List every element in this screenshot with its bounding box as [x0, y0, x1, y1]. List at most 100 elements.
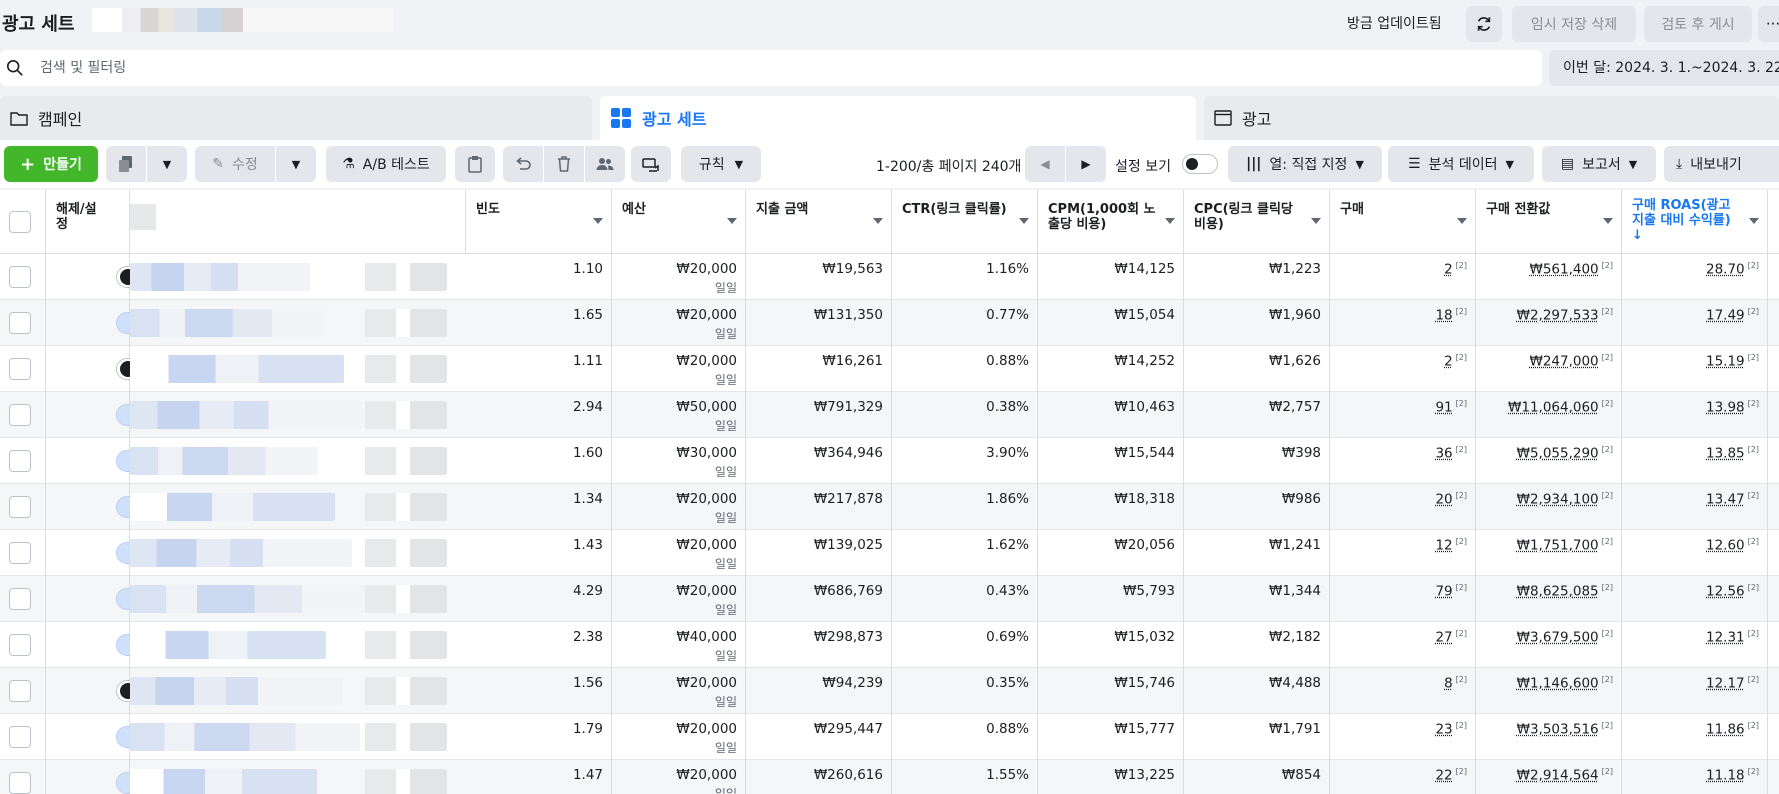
row-checkbox[interactable]	[9, 404, 31, 426]
purchases-value[interactable]: 79	[1435, 584, 1452, 600]
footnote-marker[interactable]: [2]	[1748, 445, 1759, 454]
footnote-marker[interactable]: [2]	[1748, 261, 1759, 270]
select-all-checkbox[interactable]	[9, 211, 31, 233]
value-value[interactable]: ₩1,751,700	[1517, 538, 1599, 554]
next-page-button[interactable]: ▶	[1066, 146, 1106, 182]
footnote-marker[interactable]: [2]	[1456, 445, 1467, 454]
purchases-value[interactable]: 12	[1435, 538, 1452, 554]
footnote-marker[interactable]: [2]	[1602, 675, 1613, 684]
footnote-marker[interactable]: [2]	[1748, 537, 1759, 546]
prev-page-button[interactable]: ◀	[1025, 146, 1065, 182]
value-value[interactable]: ₩3,679,500	[1517, 630, 1599, 646]
ab-test-button[interactable]: ⚗ A/B 테스트	[326, 146, 446, 182]
table-row[interactable]: 2.94 ₩50,000 일일 ₩791,329 0.38% ₩10,463 ₩2,757 9…	[0, 392, 1779, 438]
column-header-purchase-value[interactable]: 구매 전환값	[1476, 190, 1622, 254]
purchases-value[interactable]: 91	[1435, 400, 1452, 416]
row-checkbox[interactable]	[9, 772, 31, 794]
roas-value[interactable]: 12.56	[1706, 584, 1745, 600]
ad-set-name-cell[interactable]	[130, 760, 466, 794]
ad-set-name-cell[interactable]	[130, 254, 466, 300]
roas-value[interactable]: 17.49	[1706, 308, 1745, 324]
delete-button[interactable]	[544, 146, 584, 182]
purchases-value[interactable]: 27	[1435, 630, 1452, 646]
footnote-marker[interactable]: [2]	[1456, 491, 1467, 500]
footnote-marker[interactable]: [2]	[1748, 767, 1759, 776]
ad-set-name-cell[interactable]	[130, 714, 466, 760]
table-row[interactable]: 1.43 ₩20,000 일일 ₩139,025 1.62% ₩20,056 ₩1,241 1…	[0, 530, 1779, 576]
rules-button[interactable]: 규칙 ▼	[681, 146, 761, 182]
purchases-value[interactable]: 18	[1435, 308, 1452, 324]
export-button[interactable]: ⤓ 내보내기	[1664, 146, 1779, 182]
footnote-marker[interactable]: [2]	[1456, 675, 1467, 684]
purchases-value[interactable]: 2	[1444, 262, 1453, 278]
roas-value[interactable]: 12.60	[1706, 538, 1745, 554]
purchases-value[interactable]: 36	[1435, 446, 1452, 462]
more-button[interactable]: ···	[1758, 6, 1779, 42]
row-checkbox[interactable]	[9, 450, 31, 472]
footnote-marker[interactable]: [2]	[1748, 353, 1759, 362]
create-button[interactable]: + 만들기	[4, 146, 98, 182]
reports-button[interactable]: ▤ 보고서 ▼	[1542, 146, 1656, 182]
table-row[interactable]: 1.10 ₩20,000 일일 ₩19,563 1.16% ₩14,125 ₩1,223 2[…	[0, 254, 1779, 300]
column-header-frequency[interactable]: 빈도	[466, 190, 612, 254]
roas-value[interactable]: 15.19	[1706, 354, 1745, 370]
footnote-marker[interactable]: [2]	[1748, 721, 1759, 730]
roas-value[interactable]: 13.85	[1706, 446, 1745, 462]
ad-set-name-cell[interactable]	[130, 484, 466, 530]
roas-value[interactable]: 11.18	[1706, 768, 1745, 784]
value-value[interactable]: ₩3,503,516	[1517, 722, 1599, 738]
purchases-value[interactable]: 22	[1435, 768, 1452, 784]
value-value[interactable]: ₩247,000	[1529, 354, 1598, 370]
view-setting-toggle[interactable]	[1182, 154, 1218, 174]
footnote-marker[interactable]: [2]	[1748, 583, 1759, 592]
ad-set-name-cell[interactable]	[130, 438, 466, 484]
footnote-marker[interactable]: [2]	[1748, 629, 1759, 638]
footnote-marker[interactable]: [2]	[1602, 583, 1613, 592]
footnote-marker[interactable]: [2]	[1602, 537, 1613, 546]
footnote-marker[interactable]: [2]	[1602, 353, 1613, 362]
row-checkbox[interactable]	[9, 634, 31, 656]
tab-ad-sets[interactable]: 광고 세트	[600, 96, 1196, 140]
footnote-marker[interactable]: [2]	[1602, 261, 1613, 270]
ad-set-name-cell[interactable]	[130, 576, 466, 622]
table-row[interactable]: 4.29 ₩20,000 일일 ₩686,769 0.43% ₩5,793 ₩1,344 79…	[0, 576, 1779, 622]
roas-value[interactable]: 11.86	[1706, 722, 1745, 738]
footnote-marker[interactable]: [2]	[1456, 721, 1467, 730]
table-row[interactable]: 1.47 ₩20,000 일일 ₩260,616 1.55% ₩13,225 ₩854 22 […	[0, 760, 1779, 794]
undo-button[interactable]	[503, 146, 543, 182]
row-checkbox[interactable]	[9, 726, 31, 748]
footnote-marker[interactable]: [2]	[1602, 399, 1613, 408]
purchases-value[interactable]: 23	[1435, 722, 1452, 738]
column-header-budget[interactable]: 예산	[612, 190, 746, 254]
column-header-cpm[interactable]: CPM(1,000회 노출당 비용)	[1038, 190, 1184, 254]
footnote-marker[interactable]: [2]	[1456, 399, 1467, 408]
tab-campaigns[interactable]: 캠페인	[0, 96, 592, 140]
ad-set-name-cell[interactable]	[130, 346, 466, 392]
roas-value[interactable]: 12.31	[1706, 630, 1745, 646]
value-value[interactable]: ₩5,055,290	[1517, 446, 1599, 462]
duplicate-dropdown[interactable]: ▼	[147, 146, 187, 182]
column-header-toggle[interactable]: 해제/설정	[46, 190, 130, 254]
audience-button[interactable]	[585, 146, 625, 182]
footnote-marker[interactable]: [2]	[1602, 307, 1613, 316]
purchases-value[interactable]: 20	[1435, 492, 1452, 508]
refresh-button[interactable]	[1466, 6, 1502, 42]
roas-value[interactable]: 28.70	[1706, 262, 1745, 278]
tab-ads[interactable]: 광고	[1204, 96, 1779, 140]
ad-set-name-cell[interactable]	[130, 622, 466, 668]
footnote-marker[interactable]: [2]	[1748, 399, 1759, 408]
column-header-ctr[interactable]: CTR(링크 클릭률)	[892, 190, 1038, 254]
clipboard-button[interactable]	[455, 146, 495, 182]
column-header-purchases[interactable]: 구매	[1330, 190, 1476, 254]
roas-value[interactable]: 13.98	[1706, 400, 1745, 416]
footnote-marker[interactable]: [2]	[1456, 261, 1467, 270]
footnote-marker[interactable]: [2]	[1456, 353, 1467, 362]
search-input[interactable]	[40, 58, 640, 78]
footnote-marker[interactable]: [2]	[1456, 307, 1467, 316]
purchases-value[interactable]: 2	[1444, 354, 1453, 370]
edit-dropdown[interactable]: ▼	[276, 146, 316, 182]
breakdown-button[interactable]: ☰ 분석 데이터 ▼	[1388, 146, 1534, 182]
column-header-spend[interactable]: 지출 금액	[746, 190, 892, 254]
column-header-name[interactable]	[130, 190, 466, 254]
row-checkbox[interactable]	[9, 588, 31, 610]
